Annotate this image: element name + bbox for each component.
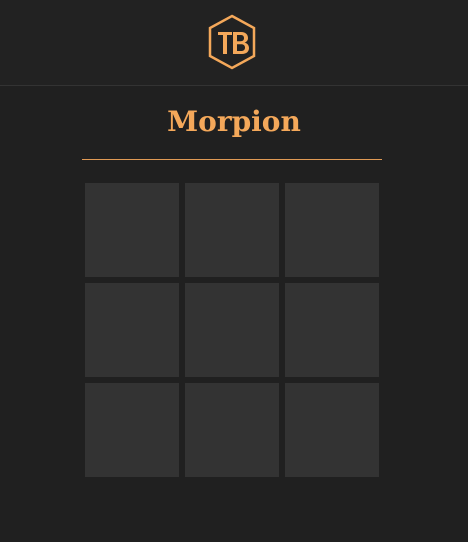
board-cell[interactable]: [85, 283, 179, 377]
title-divider: [82, 159, 382, 160]
board-cell[interactable]: [285, 383, 379, 477]
board-cell[interactable]: [185, 183, 279, 277]
board-cell[interactable]: [185, 283, 279, 377]
game-board: [85, 183, 379, 477]
board-cell[interactable]: [285, 283, 379, 377]
page-title: Morpion: [167, 105, 301, 138]
board-cell[interactable]: [185, 383, 279, 477]
board-cell[interactable]: [85, 183, 179, 277]
board-cell[interactable]: [285, 183, 379, 277]
site-header: [0, 0, 468, 86]
logo-icon[interactable]: [207, 14, 257, 70]
board-cell[interactable]: [85, 383, 179, 477]
